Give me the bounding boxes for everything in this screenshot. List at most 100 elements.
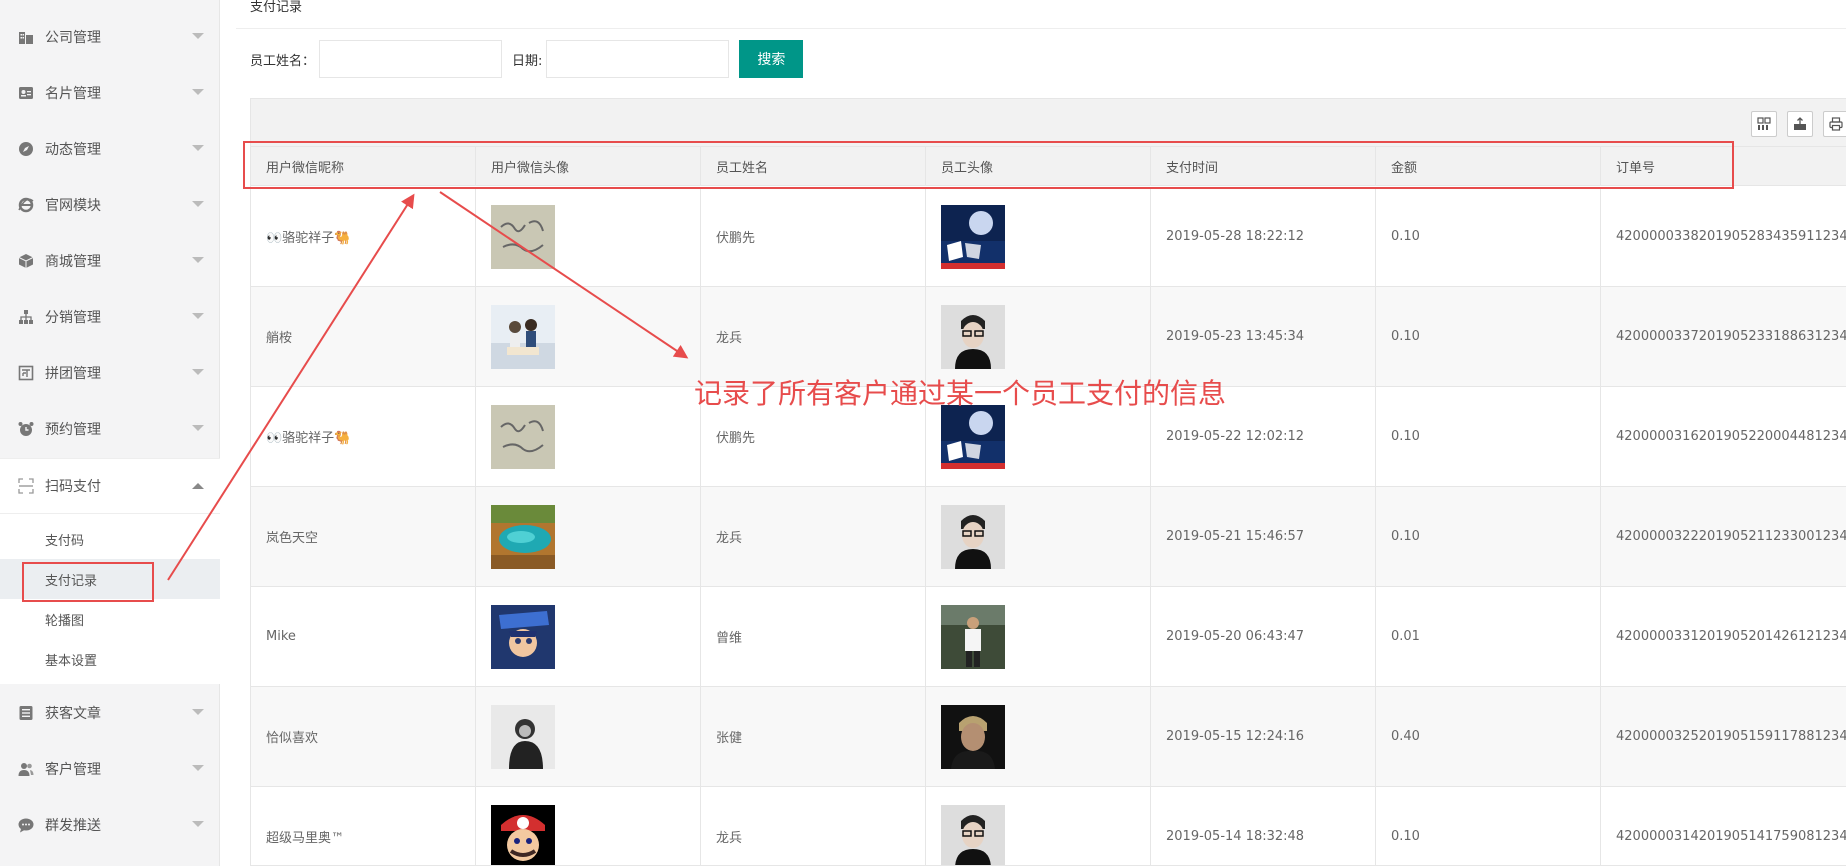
staff-name-label: 员工姓名： — [250, 53, 316, 69]
user-avatar — [491, 304, 555, 369]
staff-avatar-cell — [926, 787, 1151, 865]
pay-time-cell: 2019-05-20 06:43:47 — [1151, 587, 1376, 686]
search-button[interactable]: 搜索 — [739, 40, 804, 78]
nickname-cell: 👀骆驼祥子🐫 — [251, 187, 476, 286]
export-button[interactable] — [1787, 111, 1813, 137]
sidebar-item-website[interactable]: 官网模块 — [0, 177, 220, 233]
order-no-cell: 4200000325201905159117881234 — [1616, 729, 1846, 744]
date-input[interactable] — [546, 40, 730, 78]
scan-icon — [17, 477, 35, 495]
nickname-cell: 超级马里奥™ — [251, 787, 476, 865]
columns-filter-button[interactable] — [1751, 111, 1777, 137]
sidebar-item-label: 扫码支付 — [45, 479, 101, 495]
sidebar-item-label: 公司管理 — [45, 30, 101, 46]
submenu-item-paycode[interactable]: 支付码 — [0, 519, 220, 559]
staff-avatar-cell — [926, 687, 1151, 786]
sidebar-item-company[interactable]: 公司管理 — [0, 9, 220, 65]
user-avatar-cell — [476, 387, 701, 486]
amount-cell: 0.01 — [1376, 587, 1601, 686]
sidebar-item-groupbuy[interactable]: 拼团管理 — [0, 345, 220, 401]
print-button[interactable] — [1823, 111, 1846, 137]
scanpay-submenu: 支付码 支付记录 轮播图 基本设置 — [0, 514, 220, 684]
sidebar-item-booking[interactable]: 预约管理 — [0, 401, 220, 457]
user-avatar-cell — [476, 687, 701, 786]
submenu-item-carousel[interactable]: 轮播图 — [0, 599, 220, 639]
staff-name-cell: 张健 — [701, 687, 926, 786]
payment-table: 用户微信昵称 用户微信头像 员工姓名 员工头像 支付时间 金额 订单号 👀骆驼祥… — [250, 98, 1846, 866]
user-avatar — [491, 604, 555, 669]
table-row: 岚色天空 龙兵 2019-05-21 15:46:57 0.10 42000003222… — [251, 487, 1846, 587]
chevron-down-icon — [192, 765, 204, 771]
column-header[interactable]: 员工头像 — [926, 147, 1151, 185]
chevron-down-icon — [192, 425, 204, 431]
staff-name-cell: 龙兵 — [701, 787, 926, 865]
staff-name-cell: 龙兵 — [701, 487, 926, 586]
article-icon — [17, 704, 35, 722]
pay-time-cell: 2019-05-21 15:46:57 — [1151, 487, 1376, 586]
user-avatar-cell — [476, 787, 701, 865]
chevron-down-icon — [192, 257, 204, 263]
sidebar-item-label: 分销管理 — [45, 310, 101, 326]
column-header[interactable]: 用户微信昵称 — [251, 147, 476, 185]
pay-time-cell: 2019-05-15 12:24:16 — [1151, 687, 1376, 786]
nickname-cell: 艄桉 — [251, 287, 476, 386]
order-no-cell: 4200000322201905211233001234 — [1616, 529, 1846, 544]
sidebar-item-news[interactable]: 动态管理 — [0, 121, 220, 177]
staff-avatar — [941, 604, 1005, 669]
staff-avatar — [941, 204, 1005, 269]
submenu-item-settings[interactable]: 基本设置 — [0, 639, 220, 679]
columns-icon — [1757, 117, 1771, 130]
filter-bar: 员工姓名： 日期: 搜索 — [250, 40, 804, 78]
table-row: 👀骆驼祥子🐫 伏鹏先 2019-05-28 18:22:12 0.10 42000003… — [251, 187, 1846, 287]
order-no-cell: 4200000337201905233188631234 — [1616, 329, 1846, 344]
column-header[interactable]: 员工姓名 — [701, 147, 926, 185]
sidebar-item-label: 名片管理 — [45, 86, 101, 102]
ie-icon — [17, 196, 35, 214]
chevron-down-icon — [192, 201, 204, 207]
staff-name-input[interactable] — [319, 40, 503, 78]
sidebar-item-distribution[interactable]: 分销管理 — [0, 289, 220, 345]
user-avatar — [491, 404, 555, 469]
user-avatar-cell — [476, 287, 701, 386]
staff-avatar-cell — [926, 487, 1151, 586]
amount-cell: 0.10 — [1376, 787, 1601, 865]
print-icon — [1829, 117, 1843, 131]
order-no-cell: 4200000316201905220004481234 — [1616, 429, 1846, 444]
user-avatar-cell — [476, 487, 701, 586]
sidebar-item-broadcast[interactable]: 群发推送 — [0, 797, 220, 853]
pay-time-cell: 2019-05-14 18:32:48 — [1151, 787, 1376, 865]
chevron-down-icon — [192, 313, 204, 319]
staff-avatar — [941, 804, 1005, 865]
staff-avatar-cell — [926, 187, 1151, 286]
order-no-cell: 4200000314201905141759081234 — [1616, 829, 1846, 844]
nickname-cell: Mike — [251, 587, 476, 686]
date-label: 日期: — [512, 53, 543, 69]
staff-avatar — [941, 404, 1005, 469]
column-header[interactable]: 支付时间 — [1151, 147, 1376, 185]
chevron-up-icon — [192, 483, 204, 489]
nickname-cell: 岚色天空 — [251, 487, 476, 586]
table-row: 恰似喜欢 张健 2019-05-15 12:24:16 0.40 42000003252… — [251, 687, 1846, 787]
user-avatar — [491, 804, 555, 865]
sidebar-item-mall[interactable]: 商城管理 — [0, 233, 220, 289]
sidebar-item-articles[interactable]: 获客文章 — [0, 685, 220, 741]
divider — [236, 28, 1846, 29]
chevron-down-icon — [192, 89, 204, 95]
table-row: 超级马里奥™ 龙兵 2019-05-14 18:32:48 0.10 420000031… — [251, 787, 1846, 865]
compass-icon — [17, 140, 35, 158]
page-title: 支付记录 — [250, 0, 303, 15]
sidebar-item-label: 官网模块 — [45, 198, 101, 214]
column-header[interactable]: 用户微信头像 — [476, 147, 701, 185]
sidebar-item-label: 群发推送 — [45, 818, 101, 834]
main-content: 支付记录 员工姓名： 日期: 搜索 用户微信昵称 用户微信头像 员工姓名 员工头… — [236, 0, 1846, 866]
user-avatar-cell — [476, 187, 701, 286]
sidebar-item-scanpay[interactable]: 扫码支付 — [0, 458, 220, 514]
sidebar-item-cards[interactable]: 名片管理 — [0, 65, 220, 121]
column-header[interactable]: 订单号 — [1601, 147, 1846, 185]
submenu-item-payrecords[interactable]: 支付记录 — [0, 559, 220, 599]
user-avatar — [491, 704, 555, 769]
chat-icon — [17, 816, 35, 834]
sidebar-item-customers[interactable]: 客户管理 — [0, 741, 220, 797]
staff-avatar — [941, 304, 1005, 369]
column-header[interactable]: 金额 — [1376, 147, 1601, 185]
